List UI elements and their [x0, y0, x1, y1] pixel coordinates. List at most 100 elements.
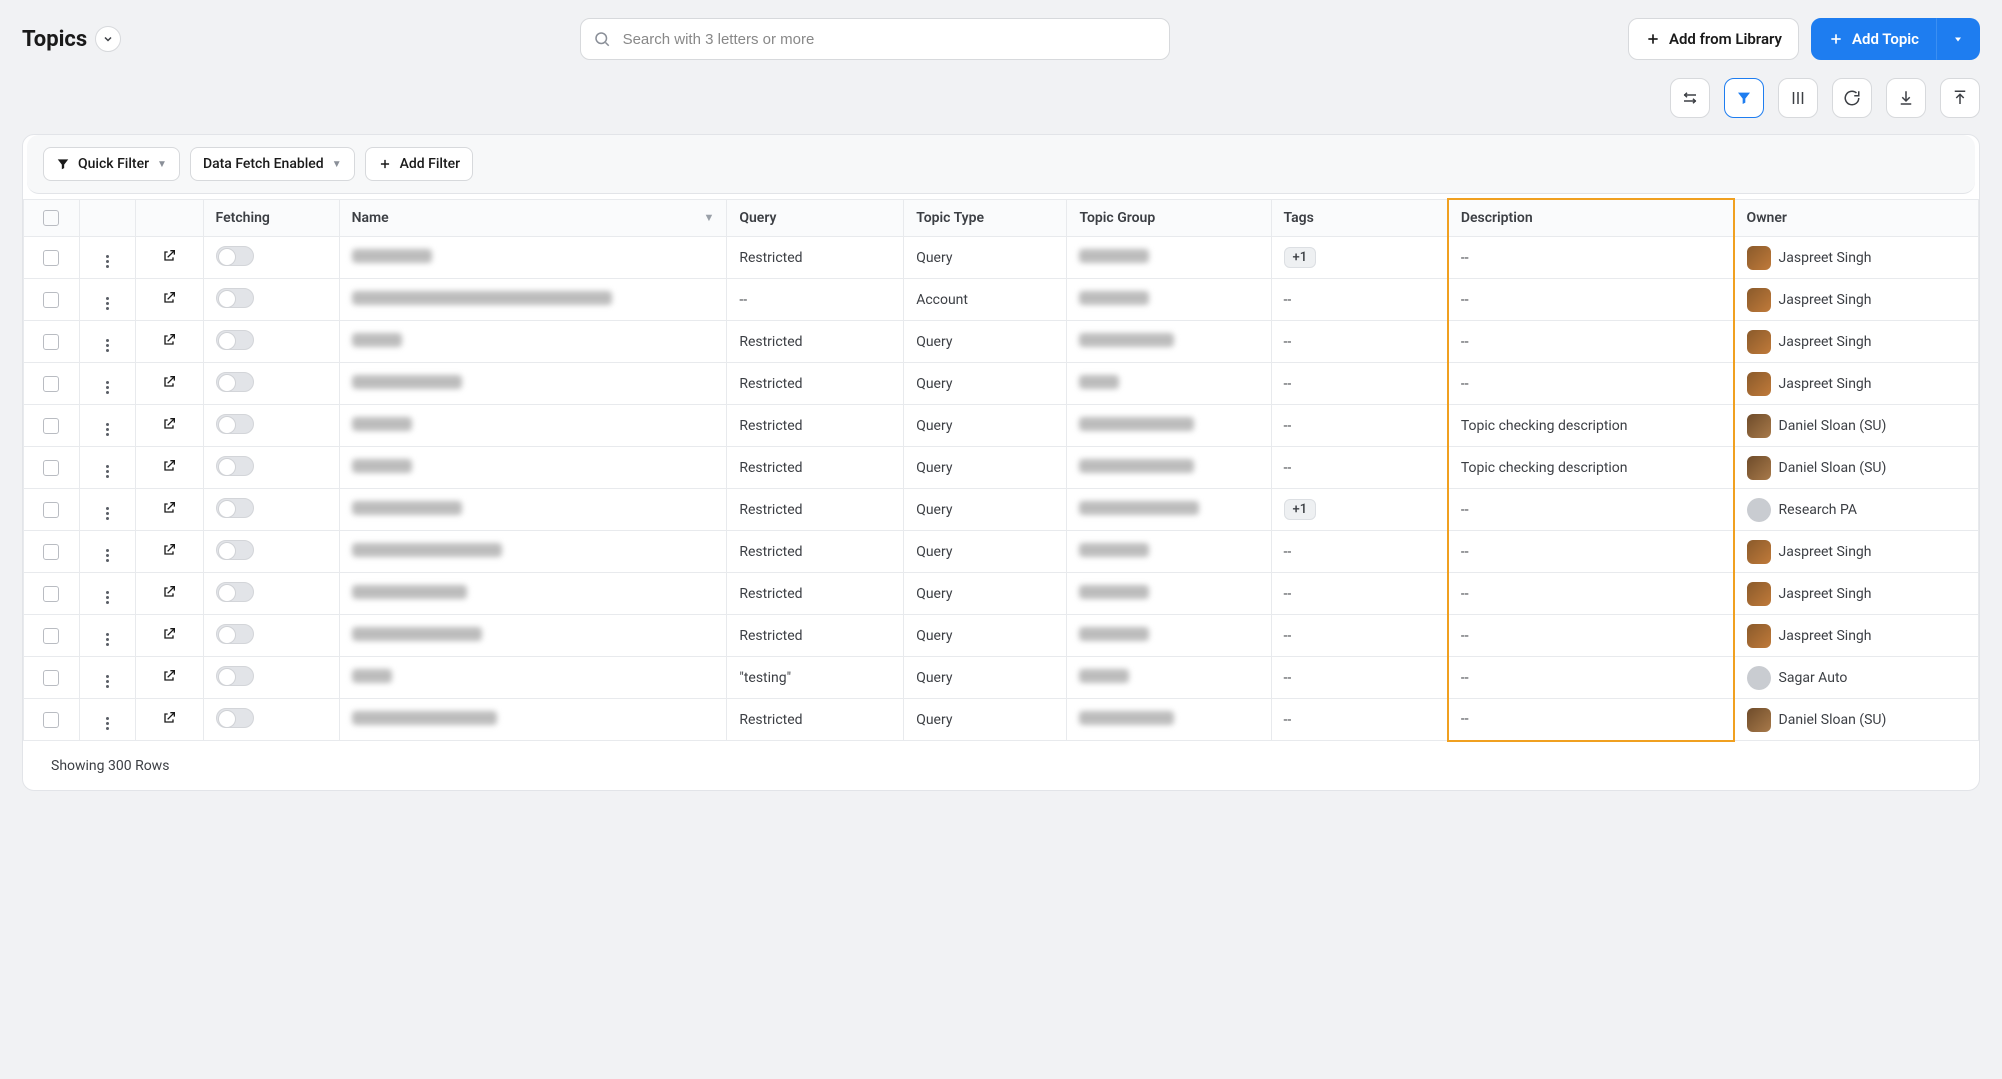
query-cell: Restricted	[727, 321, 904, 363]
row-checkbox[interactable]	[43, 502, 59, 518]
row-checkbox[interactable]	[43, 628, 59, 644]
header-description[interactable]: Description	[1448, 199, 1734, 237]
row-menu-button[interactable]	[99, 715, 115, 731]
fetching-toggle[interactable]	[216, 498, 254, 518]
fetching-toggle[interactable]	[216, 540, 254, 560]
row-menu-button[interactable]	[99, 463, 115, 479]
fetching-cell	[203, 405, 339, 447]
select-all-checkbox[interactable]	[43, 210, 59, 226]
fetching-toggle[interactable]	[216, 288, 254, 308]
add-topic-dropdown-button[interactable]	[1936, 18, 1980, 60]
row-menu-button[interactable]	[99, 505, 115, 521]
row-checkbox[interactable]	[43, 418, 59, 434]
name-cell[interactable]	[339, 699, 727, 741]
header-query[interactable]: Query	[727, 199, 904, 237]
header-topic-group[interactable]: Topic Group	[1067, 199, 1271, 237]
fetching-toggle[interactable]	[216, 708, 254, 728]
row-menu-button[interactable]	[99, 589, 115, 605]
download-button[interactable]	[1886, 78, 1926, 118]
fetching-toggle[interactable]	[216, 372, 254, 392]
open-external-button[interactable]	[161, 248, 177, 264]
sort-caret-icon[interactable]: ▼	[703, 211, 714, 224]
row-menu-button[interactable]	[99, 631, 115, 647]
title-dropdown-button[interactable]	[95, 26, 121, 52]
owner-name: Jaspreet Singh	[1779, 250, 1872, 266]
row-checkbox[interactable]	[43, 334, 59, 350]
row-menu-button[interactable]	[99, 253, 115, 269]
row-checkbox[interactable]	[43, 670, 59, 686]
add-topic-button[interactable]: Add Topic	[1811, 18, 1936, 60]
row-checkbox[interactable]	[43, 250, 59, 266]
open-external-button[interactable]	[161, 584, 177, 600]
fetching-toggle[interactable]	[216, 246, 254, 266]
filter-button[interactable]	[1724, 78, 1764, 118]
search-input[interactable]	[621, 30, 1157, 49]
fetching-toggle[interactable]	[216, 582, 254, 602]
name-cell[interactable]	[339, 405, 727, 447]
row-checkbox[interactable]	[43, 544, 59, 560]
open-external-button[interactable]	[161, 374, 177, 390]
table-row: RestrictedQuery----Jaspreet Singh	[24, 321, 1979, 363]
open-external-button[interactable]	[161, 668, 177, 684]
topic-group-value-redacted	[1079, 333, 1174, 347]
name-cell[interactable]	[339, 489, 727, 531]
upload-button[interactable]	[1940, 78, 1980, 118]
name-cell[interactable]	[339, 615, 727, 657]
manage-columns-button[interactable]	[1778, 78, 1818, 118]
name-cell[interactable]	[339, 363, 727, 405]
header-name[interactable]: Name ▼	[339, 199, 727, 237]
open-external-button[interactable]	[161, 332, 177, 348]
row-checkbox[interactable]	[43, 292, 59, 308]
row-open-cell	[135, 699, 203, 741]
row-checkbox[interactable]	[43, 376, 59, 392]
description-cell: --	[1448, 699, 1734, 741]
row-open-cell	[135, 321, 203, 363]
data-fetch-chip[interactable]: Data Fetch Enabled ▼	[190, 147, 355, 181]
fetching-toggle[interactable]	[216, 414, 254, 434]
row-menu-button[interactable]	[99, 547, 115, 563]
row-menu-button[interactable]	[99, 421, 115, 437]
table-row: RestrictedQuery--Topic checking descript…	[24, 447, 1979, 489]
name-value-redacted	[352, 291, 612, 305]
name-cell[interactable]	[339, 447, 727, 489]
refresh-button[interactable]	[1832, 78, 1872, 118]
header-owner[interactable]: Owner	[1734, 199, 1979, 237]
tag-count-badge[interactable]: +1	[1284, 247, 1317, 268]
tag-count-badge[interactable]: +1	[1284, 499, 1317, 520]
row-checkbox[interactable]	[43, 712, 59, 728]
add-filter-button[interactable]: Add Filter	[365, 147, 474, 181]
row-menu-button[interactable]	[99, 295, 115, 311]
row-menu-button[interactable]	[99, 337, 115, 353]
open-external-button[interactable]	[161, 710, 177, 726]
quick-filter-chip[interactable]: Quick Filter ▼	[43, 147, 180, 181]
open-external-button[interactable]	[161, 542, 177, 558]
fetching-toggle[interactable]	[216, 330, 254, 350]
row-checkbox[interactable]	[43, 460, 59, 476]
avatar	[1747, 246, 1771, 270]
name-cell[interactable]	[339, 321, 727, 363]
open-external-button[interactable]	[161, 290, 177, 306]
adjust-columns-button[interactable]	[1670, 78, 1710, 118]
name-cell[interactable]	[339, 279, 727, 321]
search-box[interactable]	[580, 18, 1170, 60]
fetching-toggle[interactable]	[216, 666, 254, 686]
row-menu-cell	[79, 321, 135, 363]
open-external-button[interactable]	[161, 500, 177, 516]
open-external-button[interactable]	[161, 458, 177, 474]
row-menu-button[interactable]	[99, 673, 115, 689]
name-cell[interactable]	[339, 657, 727, 699]
add-from-library-button[interactable]: Add from Library	[1628, 18, 1799, 60]
row-menu-button[interactable]	[99, 379, 115, 395]
name-cell[interactable]	[339, 573, 727, 615]
name-cell[interactable]	[339, 531, 727, 573]
open-external-button[interactable]	[161, 416, 177, 432]
header-topic-type[interactable]: Topic Type	[904, 199, 1067, 237]
header-fetching[interactable]: Fetching	[203, 199, 339, 237]
header-tags[interactable]: Tags	[1271, 199, 1448, 237]
fetching-toggle[interactable]	[216, 624, 254, 644]
header-menu-cell	[79, 199, 135, 237]
open-external-button[interactable]	[161, 626, 177, 642]
fetching-toggle[interactable]	[216, 456, 254, 476]
name-cell[interactable]	[339, 237, 727, 279]
row-checkbox[interactable]	[43, 586, 59, 602]
